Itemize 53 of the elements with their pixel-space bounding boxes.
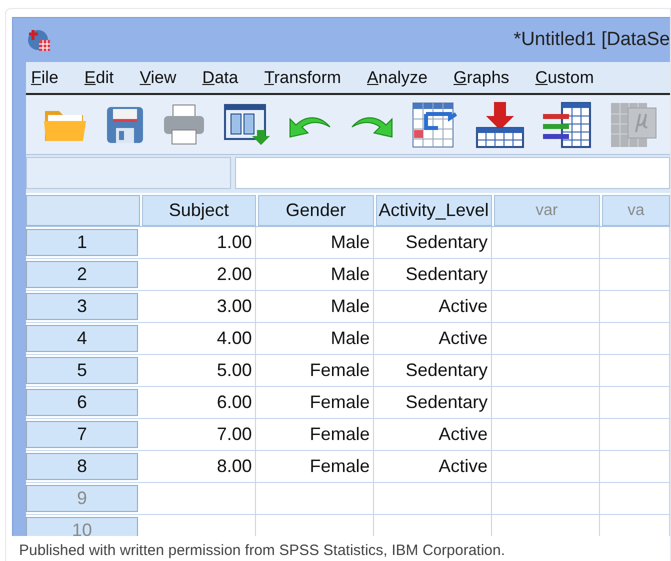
arrow-into-table-icon[interactable] [476, 102, 524, 148]
table-cell: 4.00 [140, 323, 256, 354]
menu-item[interactable]: Graphs [454, 64, 510, 90]
table-cell: Sedentary [374, 259, 492, 290]
table-cell: Male [256, 291, 374, 322]
row-header[interactable]: 5 [26, 357, 138, 384]
table-cell: 5.00 [140, 355, 256, 386]
table-cell: Female [256, 355, 374, 386]
table-cell: Sedentary [374, 355, 492, 386]
row-header[interactable]: 7 [26, 421, 138, 448]
app-icon [27, 28, 51, 52]
row-header[interactable]: 2 [26, 261, 138, 288]
menu-item[interactable]: Data [202, 64, 238, 90]
row-header[interactable]: 3 [26, 293, 138, 320]
menu-item[interactable]: Transform [264, 64, 342, 90]
row-header[interactable]: 4 [26, 325, 138, 352]
table-cell: 2.00 [140, 259, 256, 290]
menu-item[interactable]: File [31, 64, 58, 90]
table-arrow-icon[interactable] [412, 102, 458, 148]
menu-item[interactable]: View [140, 64, 176, 90]
table-cell: Female [256, 419, 374, 450]
menu-item[interactable]: Custom [535, 64, 594, 90]
column-header[interactable]: Subject [142, 195, 256, 226]
row-header[interactable]: 6 [26, 389, 138, 416]
table-cell: 6.00 [140, 387, 256, 418]
table-cell: 7.00 [140, 419, 256, 450]
column-header[interactable]: Activity_Level [376, 195, 492, 226]
menu-item[interactable]: Analyze [367, 64, 428, 90]
image-caption: Published with written permission from SPSS Statistics, IBM Corporation. [18, 541, 506, 561]
row-header[interactable]: 8 [26, 453, 138, 480]
window-arrow-icon[interactable] [224, 104, 270, 146]
table-cell: Male [256, 259, 374, 290]
printer-icon[interactable] [162, 104, 206, 146]
table-cell: Active [374, 323, 492, 354]
table-cell: Sedentary [374, 227, 492, 258]
table-cell: Active [374, 419, 492, 450]
table-cell: Female [256, 387, 374, 418]
columns-icon[interactable] [542, 102, 592, 148]
column-header[interactable]: Gender [258, 195, 374, 226]
table-cell: Male [256, 227, 374, 258]
row-header[interactable]: 1 [26, 229, 138, 256]
menu-item[interactable]: Edit [84, 64, 114, 90]
cell-name-field[interactable] [26, 157, 231, 189]
table-cell: Male [256, 323, 374, 354]
table-cell: 8.00 [140, 451, 256, 482]
table-cell: 1.00 [140, 227, 256, 258]
table-cell: Female [256, 451, 374, 482]
table-cell: 3.00 [140, 291, 256, 322]
table-cell: Active [374, 291, 492, 322]
table-cell: Sedentary [374, 387, 492, 418]
window-title: *Untitled1 [DataSe [514, 28, 670, 52]
cell-value-field[interactable] [235, 157, 670, 189]
table-cell: Active [374, 451, 492, 482]
